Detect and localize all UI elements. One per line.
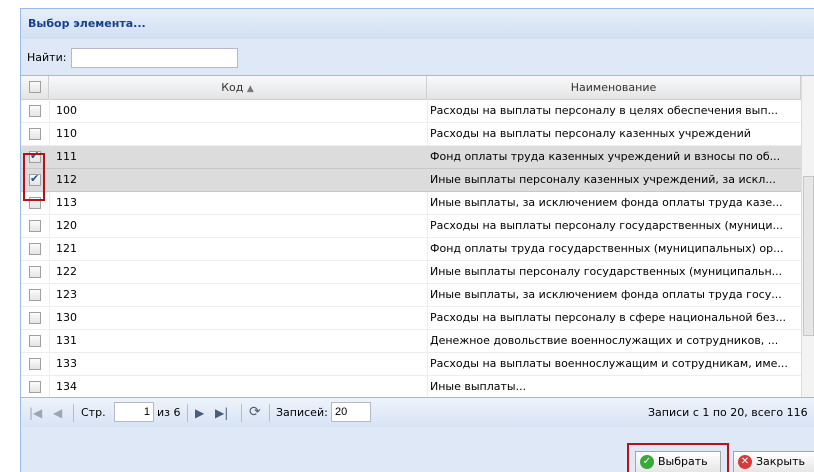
row-checkbox-icon[interactable]: [29, 128, 41, 140]
row-code: 122: [56, 265, 77, 278]
table-row[interactable]: 123 Иные выплаты, за исключением фонда оп…: [21, 284, 801, 307]
records-per-page-input[interactable]: [331, 402, 371, 422]
row-name: Денежное довольствие военнослужащих и со…: [430, 334, 779, 347]
row-checkbox-icon[interactable]: [29, 105, 41, 117]
row-code: 112: [56, 173, 77, 186]
row-code: 113: [56, 196, 77, 209]
row-code: 131: [56, 334, 77, 347]
scrollbar-thumb[interactable]: [803, 176, 814, 336]
row-checkbox-icon[interactable]: [29, 381, 41, 393]
row-code: 110: [56, 127, 77, 140]
select-element-window: Выбор элемента... Найти: Код ▲ Наименова…: [20, 8, 814, 472]
table-row[interactable]: 133 Расходы на выплаты военнослужащим и с…: [21, 353, 801, 376]
row-name: Расходы на выплаты персоналу государстве…: [430, 219, 784, 232]
page-input[interactable]: [114, 402, 154, 422]
close-circle-icon: ✕: [738, 455, 752, 469]
select-all-checkbox-icon[interactable]: [29, 81, 41, 93]
row-name: Расходы на выплаты военнослужащим и сотр…: [430, 357, 788, 370]
row-code: 121: [56, 242, 77, 255]
refresh-icon[interactable]: ⟳: [249, 404, 261, 420]
table-row[interactable]: 111 Фонд оплаты труда казенных учреждений…: [21, 146, 801, 169]
prev-page-icon[interactable]: ◀: [53, 406, 62, 420]
row-checkbox-icon[interactable]: [29, 289, 41, 301]
row-checkbox-icon[interactable]: [29, 243, 41, 255]
row-name: Фонд оплаты труда казенных учреждений и …: [430, 150, 781, 163]
table-row[interactable]: 131 Денежное довольствие военнослужащих и…: [21, 330, 801, 353]
sort-asc-icon: ▲: [246, 84, 254, 94]
first-page-icon[interactable]: |◀: [29, 406, 42, 420]
row-checkbox-icon[interactable]: [29, 220, 41, 232]
window-title: Выбор элемента...: [21, 9, 814, 39]
row-name: Иные выплаты...: [430, 380, 527, 393]
row-code: 100: [56, 104, 77, 117]
row-checkbox-icon[interactable]: [29, 358, 41, 370]
header-name[interactable]: Наименование: [427, 76, 801, 99]
search-input[interactable]: [71, 48, 238, 68]
close-button-label: Закрыть: [756, 455, 805, 468]
row-name: Иные выплаты персоналу государственных (…: [430, 265, 783, 278]
paging-toolbar: |◀ ◀ Стр. из 6 ▶ ▶| ⟳ Записей: Записи с …: [21, 397, 814, 428]
page-label: Стр.: [81, 406, 106, 419]
table-row[interactable]: 113 Иные выплаты, за исключением фонда оп…: [21, 192, 801, 215]
checkbox-highlight: [23, 153, 45, 201]
close-button[interactable]: ✕ Закрыть: [733, 451, 814, 472]
row-checkbox-icon[interactable]: [29, 312, 41, 324]
page-count: из 6: [157, 406, 181, 419]
toolbar-separator: [241, 404, 242, 422]
row-code: 111: [56, 150, 77, 163]
row-name: Иные выплаты, за исключением фонда оплат…: [430, 288, 782, 301]
table-row[interactable]: 112 Иные выплаты персоналу казенных учреж…: [21, 169, 801, 192]
table-row[interactable]: 110 Расходы на выплаты персоналу казенных…: [21, 123, 801, 146]
row-code: 134: [56, 380, 77, 393]
records-label: Записей:: [276, 406, 328, 419]
search-label: Найти:: [27, 51, 67, 64]
last-page-icon[interactable]: ▶|: [215, 406, 228, 420]
header-code-label: Код: [221, 81, 244, 94]
table-row[interactable]: 100 Расходы на выплаты персоналу в целях …: [21, 100, 801, 123]
toolbar-separator: [73, 404, 74, 422]
header-name-label: Наименование: [570, 81, 657, 94]
row-code: 120: [56, 219, 77, 232]
table-row[interactable]: 134 Иные выплаты...: [21, 376, 801, 398]
row-name: Расходы на выплаты персоналу в сфере нац…: [430, 311, 786, 324]
row-code: 130: [56, 311, 77, 324]
row-code: 123: [56, 288, 77, 301]
header-code[interactable]: Код ▲: [49, 76, 427, 99]
toolbar-separator: [269, 404, 270, 422]
row-name: Иные выплаты персоналу казенных учрежден…: [430, 173, 776, 186]
row-name: Фонд оплаты труда государственных (муниц…: [430, 242, 784, 255]
row-name: Расходы на выплаты персоналу в целях обе…: [430, 104, 779, 117]
search-bar: Найти:: [21, 41, 814, 75]
select-button-highlight: [627, 443, 729, 472]
table-row[interactable]: 120 Расходы на выплаты персоналу государс…: [21, 215, 801, 238]
table-row[interactable]: 130 Расходы на выплаты персоналу в сфере …: [21, 307, 801, 330]
table-row[interactable]: 121 Фонд оплаты труда государственных (му…: [21, 238, 801, 261]
elements-grid: Код ▲ Наименование 100 Расходы на выплаты…: [21, 75, 814, 398]
table-row[interactable]: 122 Иные выплаты персоналу государственны…: [21, 261, 801, 284]
toolbar-separator: [187, 404, 188, 422]
header-select-all[interactable]: [21, 76, 49, 99]
window-footer: ✓ Выбрать ✕ Закрыть: [21, 427, 814, 472]
vertical-scrollbar[interactable]: [801, 76, 814, 398]
grid-header: Код ▲ Наименование: [21, 76, 801, 100]
row-name: Расходы на выплаты персоналу казенных уч…: [430, 127, 751, 140]
row-name: Иные выплаты, за исключением фонда оплат…: [430, 196, 783, 209]
row-code: 133: [56, 357, 77, 370]
records-info: Записи с 1 по 20, всего 116: [648, 406, 808, 419]
next-page-icon[interactable]: ▶: [195, 406, 204, 420]
row-checkbox-icon[interactable]: [29, 335, 41, 347]
row-checkbox-icon[interactable]: [29, 266, 41, 278]
